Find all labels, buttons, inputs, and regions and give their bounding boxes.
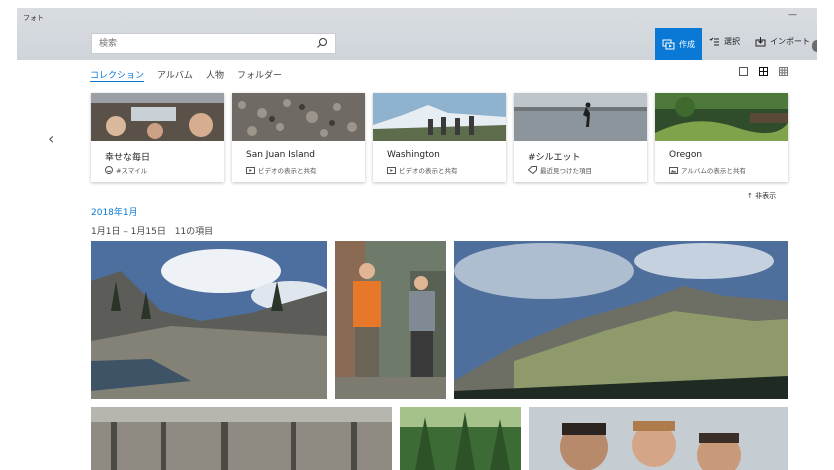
album-title: San Juan Island xyxy=(246,150,316,160)
large-view-icon[interactable] xyxy=(739,67,748,76)
photo-tile[interactable] xyxy=(91,407,392,470)
album-subtitle: アルバムの表示と共有 xyxy=(669,165,746,175)
photo-tile[interactable] xyxy=(91,241,327,399)
tab-people[interactable]: 人物 xyxy=(206,68,224,82)
album-subtitle-text: ビデオの表示と共有 xyxy=(399,167,458,175)
album-subtitle: #スマイル xyxy=(105,165,147,175)
album-icon xyxy=(669,166,678,174)
album-thumbnail xyxy=(655,93,788,141)
album-card[interactable]: #シルエット 最近見つけた項目 xyxy=(514,93,647,182)
app-title: フォト xyxy=(23,14,44,22)
previous-arrow-icon[interactable]: ‹ xyxy=(48,129,54,148)
up-arrow-icon: ↑ xyxy=(747,192,753,200)
photo-tile[interactable] xyxy=(529,407,788,470)
import-button[interactable]: インポート xyxy=(755,36,810,47)
album-subtitle-text: アルバムの表示と共有 xyxy=(681,167,746,175)
view-size-options xyxy=(739,67,788,76)
album-card[interactable]: San Juan Island ビデオの表示と共有 xyxy=(232,93,365,182)
date-heading[interactable]: 2018年1月 xyxy=(91,205,138,218)
minimize-button[interactable]: — xyxy=(788,10,797,20)
hide-label: 非表示 xyxy=(755,192,777,200)
photo-tile[interactable] xyxy=(400,407,521,470)
video-icon xyxy=(246,166,255,174)
album-title: Oregon xyxy=(669,150,703,160)
tab-folders[interactable]: フォルダー xyxy=(237,68,282,82)
album-subtitle-text: ビデオの表示と共有 xyxy=(258,167,317,175)
create-label: 作成 xyxy=(679,39,695,49)
import-label: インポート xyxy=(770,37,810,46)
search-box[interactable] xyxy=(91,33,336,54)
album-thumbnail xyxy=(514,93,647,141)
navigation-tabs: コレクション アルバム 人物 フォルダー xyxy=(90,68,282,82)
tab-collection[interactable]: コレクション xyxy=(90,68,145,82)
photos-app-window: フォト — 作成 選択 xyxy=(17,8,817,470)
date-range: 1月1日 – 1月15日 11の項目 xyxy=(91,224,213,237)
album-title: 幸せな毎日 xyxy=(105,153,151,163)
album-card[interactable]: Washington ビデオの表示と共有 xyxy=(373,93,506,182)
video-icon xyxy=(387,166,396,174)
album-subtitle: 最近見つけた項目 xyxy=(528,165,592,175)
hide-albums-button[interactable]: ↑ 非表示 xyxy=(747,191,776,201)
album-title: #シルエット xyxy=(528,153,581,163)
album-subtitle-text: #スマイル xyxy=(116,167,148,175)
title-bar: フォト — 作成 選択 xyxy=(17,8,817,60)
album-thumbnail xyxy=(232,93,365,141)
select-label: 選択 xyxy=(724,37,740,46)
album-subtitle-text: 最近見つけた項目 xyxy=(540,167,592,175)
select-button[interactable]: 選択 xyxy=(709,36,740,47)
tag-icon xyxy=(528,166,537,174)
search-icon[interactable] xyxy=(316,37,328,49)
medium-view-icon[interactable] xyxy=(759,67,768,76)
search-input[interactable] xyxy=(99,38,299,48)
tab-albums[interactable]: アルバム xyxy=(157,68,193,82)
album-thumbnail xyxy=(373,93,506,141)
create-button[interactable]: 作成 xyxy=(655,28,702,60)
profile-avatar[interactable] xyxy=(812,40,817,52)
date-range-text: 1月1日 – 1月15日 xyxy=(91,227,166,237)
album-card[interactable]: Oregon アルバムの表示と共有 xyxy=(655,93,788,182)
photo-tile[interactable] xyxy=(454,241,788,399)
slideshow-icon xyxy=(662,39,675,49)
album-subtitle: ビデオの表示と共有 xyxy=(387,165,458,175)
small-view-icon[interactable] xyxy=(779,67,788,76)
import-icon xyxy=(755,36,766,46)
item-count: 11の項目 xyxy=(174,227,214,237)
smile-icon xyxy=(105,166,113,174)
photo-tile[interactable] xyxy=(335,241,446,399)
album-title: Washington xyxy=(387,150,440,160)
checklist-icon xyxy=(709,37,719,45)
album-subtitle: ビデオの表示と共有 xyxy=(246,165,317,175)
album-thumbnail xyxy=(91,93,224,141)
album-card[interactable]: 幸せな毎日 #スマイル xyxy=(91,93,224,182)
